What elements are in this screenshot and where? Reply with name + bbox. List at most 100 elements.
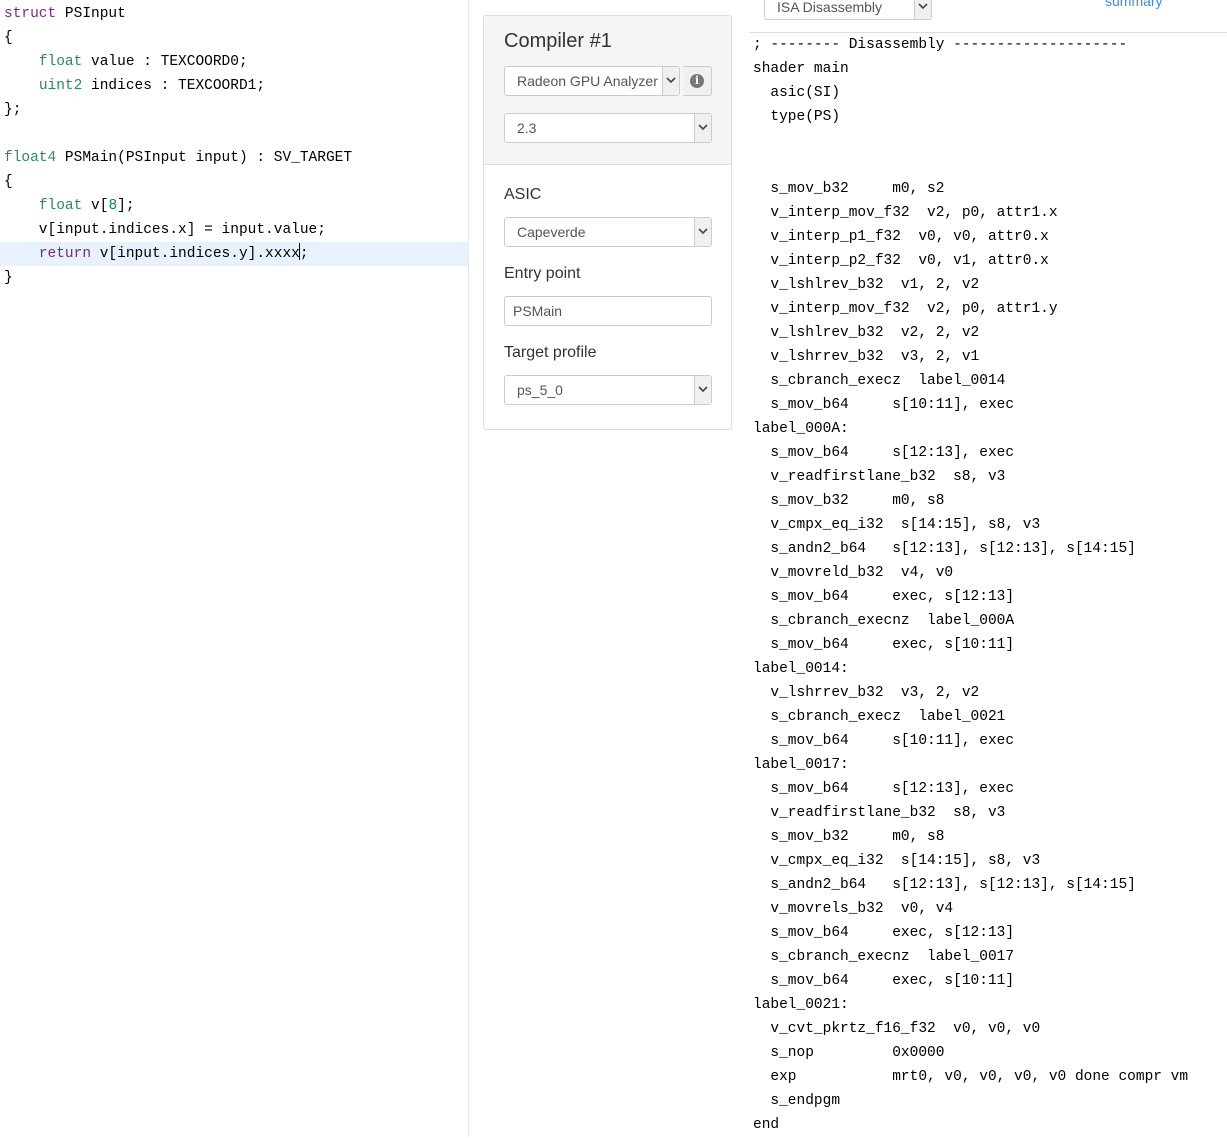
code-keyword: uint2 <box>38 78 83 94</box>
asm-line: v_cmpx_eq_i32 s[14:15], s8, v3 <box>753 517 1041 533</box>
compiler-select-value: Radeon GPU Analyzer <box>517 73 658 89</box>
asm-line: s_mov_b32 m0, s8 <box>753 493 945 509</box>
code-text: indices : TEXCOORD1; <box>82 78 266 94</box>
asm-line: v_readfirstlane_b32 s8, v3 <box>753 469 1006 485</box>
asm-line: v_interp_mov_f32 v2, p0, attr1.y <box>753 301 1058 317</box>
code-keyword: float <box>38 198 83 214</box>
panel-title: Compiler #1 <box>504 30 612 52</box>
disassembly-output[interactable]: ; -------- Disassembly -----------------… <box>749 32 1227 1138</box>
asm-line: s_nop 0x0000 <box>753 1045 945 1061</box>
asm-line: s_mov_b32 m0, s8 <box>753 829 945 845</box>
code-text: { <box>4 30 13 46</box>
asm-line: s_andn2_b64 s[12:13], s[12:13], s[14:15] <box>753 541 1136 557</box>
code-text: v[input.indices.x] = input.value; <box>4 222 326 238</box>
asm-line: ; -------- Disassembly -----------------… <box>753 37 1128 53</box>
asm-line: v_readfirstlane_b32 s8, v3 <box>753 805 1006 821</box>
code-text: ; <box>299 246 309 262</box>
version-select-value: 2.3 <box>517 120 537 136</box>
chevron-down-icon <box>694 218 711 246</box>
asm-line: v_lshlrev_b32 v1, 2, v2 <box>753 277 980 293</box>
compiler-select[interactable]: Radeon GPU Analyzer <box>504 66 680 96</box>
asm-line: v_interp_p2_f32 v0, v1, attr0.x <box>753 253 1049 269</box>
code-line[interactable]: } <box>0 266 468 290</box>
code-line[interactable]: v[input.indices.x] = input.value; <box>0 218 468 242</box>
asm-line: v_cvt_pkrtz_f16_f32 v0, v0, v0 <box>753 1021 1041 1037</box>
asm-line: label_0017: <box>753 757 849 773</box>
asm-line: end <box>753 1117 780 1133</box>
chevron-down-icon <box>694 114 711 142</box>
asm-line: exp mrt0, v0, v0, v0, v0 done compr vm <box>753 1069 1189 1085</box>
asic-label: ASIC <box>504 186 542 203</box>
chevron-down-icon <box>914 0 931 19</box>
code-line[interactable]: }; <box>0 98 468 122</box>
summary-link[interactable]: summary <box>1105 0 1163 11</box>
source-editor[interactable]: struct PSInput { float value : TEXCOORD0;… <box>0 0 469 1137</box>
asm-line: s_mov_b64 exec, s[10:11] <box>753 637 1015 653</box>
target-profile-select[interactable]: ps_5_0 <box>504 375 712 405</box>
asm-line: label_000A: <box>753 421 849 437</box>
code-line[interactable]: float v[8]; <box>0 194 468 218</box>
asm-line: s_cbranch_execz label_0021 <box>753 709 1006 725</box>
asm-line: s_cbranch_execz label_0014 <box>753 373 1006 389</box>
chevron-down-icon <box>662 67 679 95</box>
asm-line: v_movrels_b32 v0, v4 <box>753 901 954 917</box>
asm-line: shader main <box>753 61 849 77</box>
code-text: ]; <box>117 198 135 214</box>
asic-select-value: Capeverde <box>517 224 586 240</box>
output-view-value: ISA Disassembly <box>777 0 883 15</box>
code-text: }; <box>4 102 22 118</box>
entry-point-value: PSMain <box>513 303 563 319</box>
asm-line: s_andn2_b64 s[12:13], s[12:13], s[14:15] <box>753 877 1136 893</box>
version-select[interactable]: 2.3 <box>504 113 712 143</box>
code-line[interactable]: { <box>0 26 468 50</box>
entry-point-input[interactable]: PSMain <box>504 296 712 326</box>
asic-select[interactable]: Capeverde <box>504 217 712 247</box>
code-line[interactable]: { <box>0 170 468 194</box>
asm-line: label_0014: <box>753 661 849 677</box>
code-keyword: float4 <box>4 150 57 166</box>
asm-line: type(PS) <box>753 109 841 125</box>
code-text: PSInput <box>56 6 126 22</box>
asm-line: asic(SI) <box>753 85 841 101</box>
target-profile-label: Target profile <box>504 344 597 361</box>
asm-line: s_mov_b64 s[12:13], exec <box>753 445 1015 461</box>
code-text: v[input.indices.y].xxxx <box>91 246 300 262</box>
asm-line: s_mov_b64 s[12:13], exec <box>753 781 1015 797</box>
code-text: { <box>4 174 13 190</box>
asm-line: v_interp_mov_f32 v2, p0, attr1.x <box>753 205 1058 221</box>
asm-line: v_movreld_b32 v4, v0 <box>753 565 954 581</box>
code-line[interactable]: float4 PSMain(PSInput input) : SV_TARGET <box>0 146 468 170</box>
asm-line: v_interp_p1_f32 v0, v0, attr0.x <box>753 229 1049 245</box>
code-text: v[ <box>82 198 109 214</box>
asm-line: s_mov_b64 exec, s[12:13] <box>753 589 1015 605</box>
asm-line: v_lshlrev_b32 v2, 2, v2 <box>753 325 980 341</box>
code-text: value : TEXCOORD0; <box>82 54 248 70</box>
code-keyword: 8 <box>108 198 118 214</box>
code-text: PSMain(PSInput input) : SV_TARGET <box>56 150 353 166</box>
code-line[interactable]: struct PSInput <box>0 2 468 26</box>
asm-line: s_mov_b64 exec, s[12:13] <box>753 925 1015 941</box>
code-text: } <box>4 270 13 286</box>
asm-line: label_0021: <box>753 997 849 1013</box>
asm-line: s_mov_b64 s[10:11], exec <box>753 397 1015 413</box>
code-keyword: return <box>38 246 92 262</box>
asm-line: v_lshrrev_b32 v3, 2, v1 <box>753 349 980 365</box>
target-profile-value: ps_5_0 <box>517 382 563 398</box>
code-line-current[interactable]: return v[input.indices.y].xxxx; <box>0 242 468 266</box>
code-line[interactable]: float value : TEXCOORD0; <box>0 50 468 74</box>
asm-line: s_cbranch_execnz label_000A <box>753 613 1015 629</box>
compiler-info-button[interactable]: i <box>683 66 712 96</box>
output-view-select[interactable]: ISA Disassembly <box>764 0 932 20</box>
code-line[interactable] <box>0 122 468 146</box>
asm-line: s_mov_b64 s[10:11], exec <box>753 733 1015 749</box>
entry-point-label: Entry point <box>504 265 581 282</box>
asm-line: s_mov_b32 m0, s2 <box>753 181 945 197</box>
info-icon: i <box>690 74 704 88</box>
asm-line: v_lshrrev_b32 v3, 2, v2 <box>753 685 980 701</box>
code-line[interactable]: uint2 indices : TEXCOORD1; <box>0 74 468 98</box>
code-keyword: float <box>38 54 83 70</box>
asm-line: s_endpgm <box>753 1093 841 1109</box>
